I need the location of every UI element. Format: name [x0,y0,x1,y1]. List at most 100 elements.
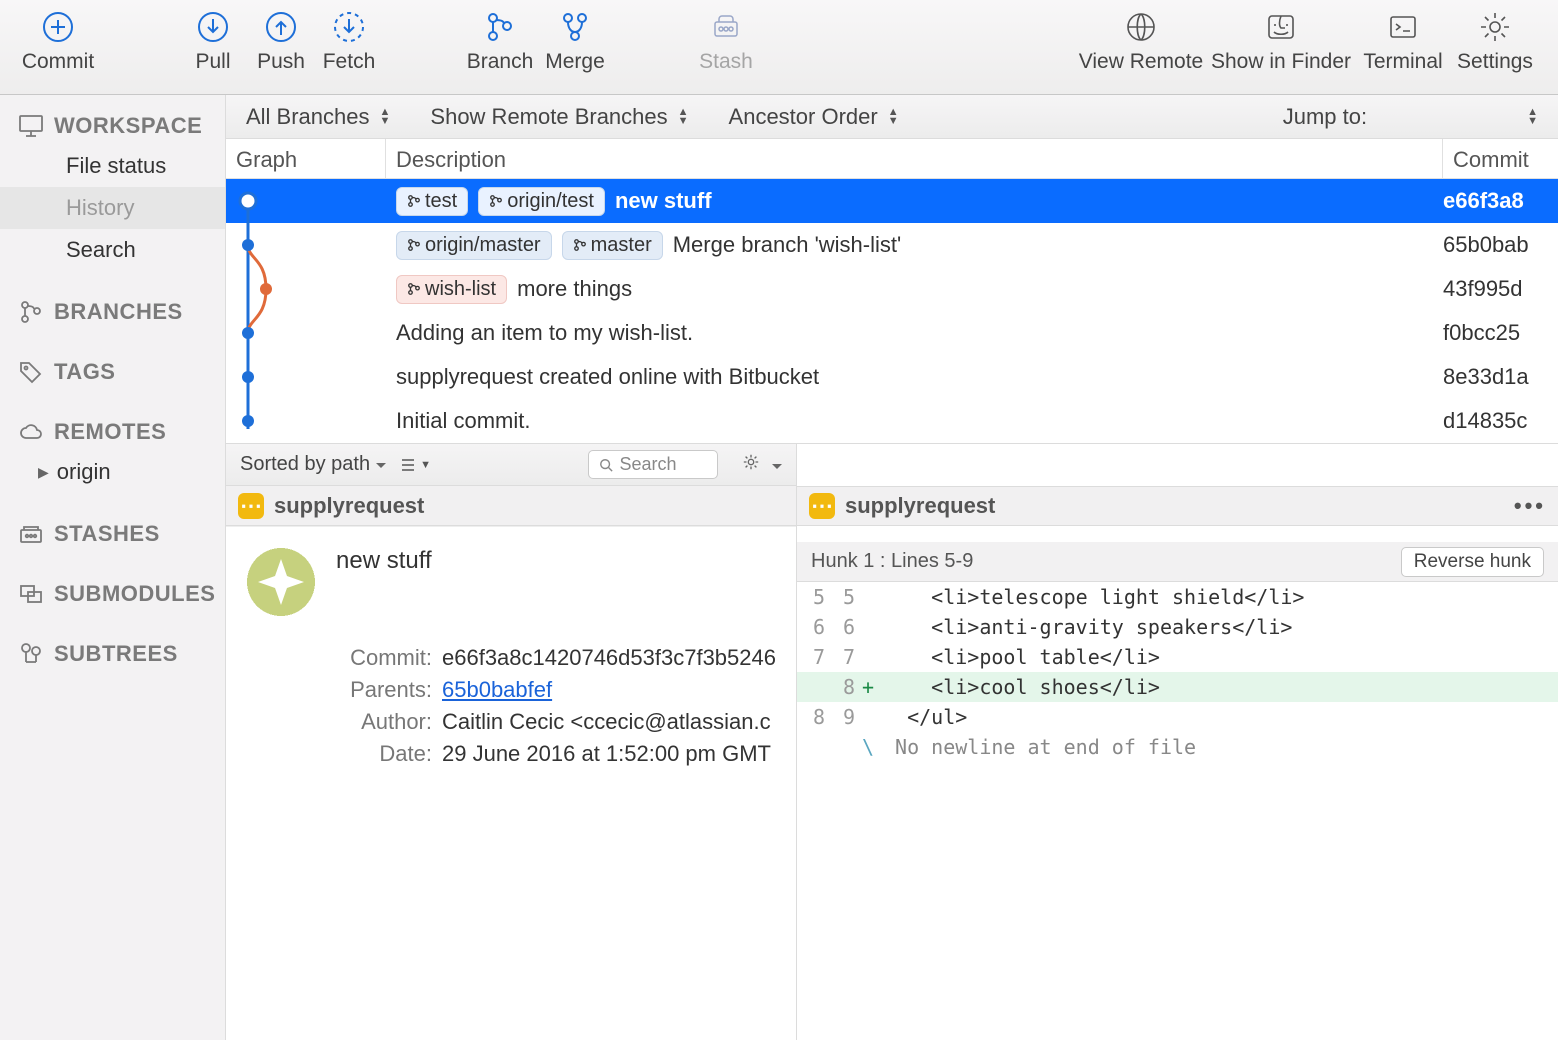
branch-tag[interactable]: master [562,231,663,260]
date-label: Date: [336,741,432,767]
commit-short-hash: 8e33d1a [1443,364,1558,390]
more-actions-icon[interactable]: ••• [1514,493,1546,519]
monitor-icon [18,113,44,139]
commit-button[interactable]: Commit [18,10,98,74]
sidebar-submodules-header[interactable]: SUBMODULES [0,575,225,613]
parent-link[interactable]: 65b0babfef [442,677,552,702]
sidebar-workspace-title: WORKSPACE [54,113,202,139]
history-row[interactable]: testorigin/testnew stuffe66f3a8 [226,179,1558,223]
sidebar-subtrees-header[interactable]: SUBTREES [0,635,225,673]
branch-tag[interactable]: test [396,187,468,216]
branch-label: Branch [467,50,534,74]
settings-button[interactable]: Settings [1450,10,1540,74]
sidebar-item-search[interactable]: Search [0,229,225,271]
sidebar-remote-origin[interactable]: ▶ origin [0,451,225,493]
branch-tag[interactable]: origin/master [396,231,552,260]
history-row[interactable]: origin/mastermasterMerge branch 'wish-li… [226,223,1558,267]
reverse-hunk-button[interactable]: Reverse hunk [1401,547,1544,577]
merge-button[interactable]: Merge [539,10,611,74]
diff-line[interactable]: 8+ <li>cool shoes</li> [797,672,1558,702]
file-search-input[interactable]: Search [588,450,718,479]
commit-plus-icon [41,10,75,44]
commit-short-hash: 43f995d [1443,276,1558,302]
col-description[interactable]: Description [386,139,1443,178]
filter-bar: All Branches ▲▼ Show Remote Branches ▲▼ … [226,95,1558,139]
author-value: Caitlin Cecic <ccecic@atlassian.c [442,709,776,735]
fetch-label: Fetch [323,50,376,74]
stepper-icon: ▲▼ [1527,108,1538,126]
history-row[interactable]: Adding an item to my wish-list.f0bcc25 [226,311,1558,355]
branch-button[interactable]: Branch [461,10,539,74]
commit-message: more things [517,276,632,302]
view-remote-button[interactable]: View Remote [1076,10,1206,74]
submodule-icon [18,581,44,607]
author-avatar [246,547,316,617]
diff-line[interactable]: 77 <li>pool table</li> [797,642,1558,672]
filter-order-label: Ancestor Order [729,104,878,130]
left-panel-toolbar: Sorted by path ▼ Search [226,444,796,486]
merge-icon [558,10,592,44]
commit-short-hash: d14835c [1443,408,1558,434]
sidebar-branches-header[interactable]: BRANCHES [0,293,225,331]
col-commit[interactable]: Commit [1443,139,1558,178]
filter-remote[interactable]: Show Remote Branches ▲▼ [430,104,688,130]
sidebar-item-history[interactable]: History [0,187,225,229]
diff-line[interactable]: \ No newline at end of file [797,732,1558,762]
show-in-finder-button[interactable]: Show in Finder [1206,10,1356,74]
filter-branches[interactable]: All Branches ▲▼ [246,104,390,130]
tag-icon [18,359,44,385]
commit-message: Adding an item to my wish-list. [396,320,693,346]
history-row[interactable]: Initial commit. d14835c [226,399,1558,443]
chevron-right-icon: ▶ [38,464,49,481]
diff-line[interactable]: 89 </ul> [797,702,1558,732]
sidebar-workspace-header[interactable]: WORKSPACE [0,107,225,145]
branch-tag[interactable]: wish-list [396,275,507,304]
sidebar-remotes-title: REMOTES [54,419,166,445]
hunk-title: Hunk 1 : Lines 5-9 [811,550,973,573]
col-graph[interactable]: Graph [226,139,386,178]
history-columns: Graph Description Commit [226,139,1558,179]
sort-by-path[interactable]: Sorted by path [240,453,386,476]
search-placeholder: Search [619,454,676,475]
merge-label: Merge [545,50,605,74]
sidebar-stashes-header[interactable]: STASHES [0,515,225,553]
diff-line[interactable]: 55 <li>telescope light shield</li> [797,582,1558,612]
sidebar-subtrees-title: SUBTREES [54,641,178,667]
cloud-icon [18,419,44,445]
sidebar-submodules-title: SUBMODULES [54,581,215,607]
sidebar-tags-header[interactable]: TAGS [0,353,225,391]
pull-button[interactable]: Pull [183,10,243,74]
commit-hash: e66f3a8c1420746d53f3c7f3b5246 [442,645,776,671]
branch-tag[interactable]: origin/test [478,187,605,216]
history-row[interactable]: supplyrequest created online with Bitbuc… [226,355,1558,399]
file-header-left[interactable]: ⋯ supplyrequest [226,486,796,526]
subtree-icon [18,641,44,667]
commit-details: new stuff Commit: e66f3a8c1420746d53f3c7… [226,527,796,793]
push-button[interactable]: Push [251,10,311,74]
panel-gear-icon[interactable] [742,453,782,477]
fetch-button[interactable]: Fetch [317,10,381,74]
stash-button[interactable]: Stash [691,10,761,74]
push-icon [264,10,298,44]
main-area: All Branches ▲▼ Show Remote Branches ▲▼ … [226,95,1558,1040]
history-row[interactable]: wish-list more things 43f995d [226,267,1558,311]
branch-icon [483,10,517,44]
file-header-right[interactable]: ⋯ supplyrequest ••• [797,486,1558,526]
sidebar-item-file-status[interactable]: File status [0,145,225,187]
sidebar-remotes-header[interactable]: REMOTES [0,413,225,451]
filter-branches-label: All Branches [246,104,370,130]
detail-panels: Sorted by path ▼ Search [226,443,1558,1040]
show-in-finder-label: Show in Finder [1211,50,1351,74]
filter-order[interactable]: Ancestor Order ▲▼ [729,104,899,130]
filter-jump[interactable]: Jump to: ▲▼ [1283,104,1538,130]
list-mode-icon[interactable]: ▼ [400,457,431,473]
diff-line[interactable]: 66 <li>anti-gravity speakers</li> [797,612,1558,642]
settings-label: Settings [1457,50,1533,74]
commit-short-hash: 65b0bab [1443,232,1558,258]
push-label: Push [257,50,305,74]
commit-title: new stuff [336,547,776,575]
commit-message: Initial commit. [396,408,530,434]
terminal-button[interactable]: Terminal [1356,10,1450,74]
author-label: Author: [336,709,432,735]
finder-icon [1264,10,1298,44]
